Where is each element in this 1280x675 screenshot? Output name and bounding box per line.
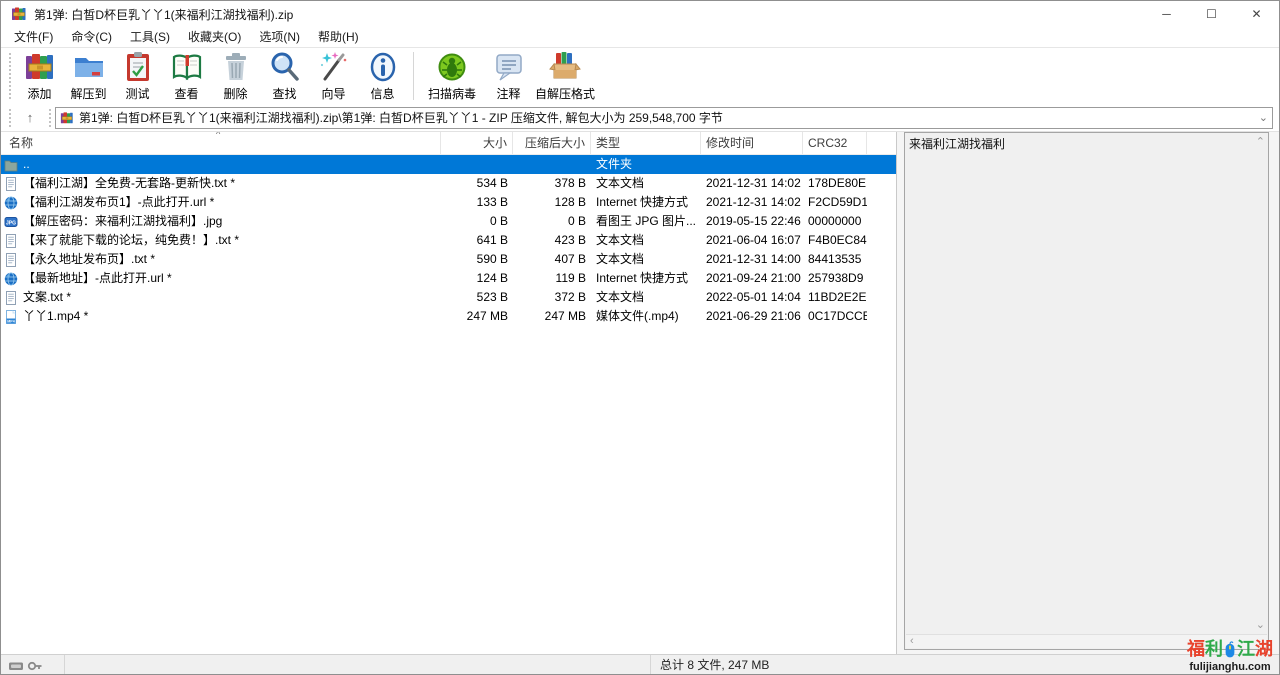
logo-char: 福: [1187, 637, 1205, 661]
jpg-image-icon: [4, 215, 18, 229]
column-header-crc[interactable]: CRC32: [803, 132, 867, 154]
menu-file[interactable]: 文件(F): [5, 27, 62, 48]
file-row[interactable]: 文案.txt * 523 B 372 B 文本文档 2022-05-01 14:…: [1, 288, 896, 307]
column-header-size[interactable]: 大小: [441, 132, 513, 154]
logo-char: 利: [1205, 637, 1223, 661]
toolbar-drag-handle[interactable]: [9, 53, 11, 99]
site-logo: 福 利 江 湖 fulijianghu.com: [1187, 636, 1273, 673]
column-header-filler: [867, 132, 897, 154]
menu-favorites[interactable]: 收藏夹(O): [179, 27, 250, 48]
archive-comment-panel: 来福利江湖找福利 ⌃ ⌄ ‹: [904, 132, 1269, 650]
file-row-parent-dir[interactable]: .. 文件夹: [1, 155, 896, 174]
virus-scan-icon: [436, 51, 468, 83]
status-bar: 总计 8 文件, 247 MB: [1, 654, 1279, 675]
archive-path-text: 第1弹: 白皙D杯巨乳丫丫1(来福利江湖找福利).zip\第1弹: 白皙D杯巨乳…: [79, 109, 1255, 126]
archive-path-combobox[interactable]: 第1弹: 白皙D杯巨乳丫丫1(来福利江湖找福利).zip\第1弹: 白皙D杯巨乳…: [55, 107, 1273, 129]
logo-domain-text: fulijianghu.com: [1187, 662, 1273, 673]
find-button[interactable]: 查找: [260, 48, 309, 102]
maximize-button[interactable]: ☐: [1189, 1, 1234, 27]
combobox-dropdown-icon[interactable]: ⌄: [1255, 111, 1268, 124]
panel-splitter[interactable]: [897, 132, 904, 654]
file-row[interactable]: 【最新地址】-点此打开.url * 124 B 119 B Internet 快…: [1, 269, 896, 288]
statusbar-middle-section: [65, 655, 651, 675]
winrar-archive-icon: [11, 6, 27, 22]
logo-char: 湖: [1255, 637, 1273, 661]
text-file-icon: [4, 253, 18, 267]
sfx-button[interactable]: 自解压格式: [533, 48, 597, 102]
toolbar: 添加 解压到 测试 查看 删除 查找 向导 信息: [1, 48, 1279, 104]
right-margin: [1269, 132, 1279, 654]
file-row[interactable]: 【福利江湖发布页1】-点此打开.url * 133 B 128 B Intern…: [1, 193, 896, 212]
mp4-video-icon: [4, 310, 18, 324]
main-area: 名称 大小 压缩后大小 类型 修改时间 CRC32 ^ .. 文件夹 【福利江湖…: [1, 132, 1279, 654]
menu-options[interactable]: 选项(N): [250, 27, 309, 48]
scroll-down-icon[interactable]: ⌄: [1256, 618, 1265, 631]
add-button[interactable]: 添加: [15, 48, 64, 102]
file-list-panel: 名称 大小 压缩后大小 类型 修改时间 CRC32 ^ .. 文件夹 【福利江湖…: [1, 132, 897, 654]
mouse-icon: [1224, 637, 1236, 662]
drive-icon: [8, 658, 24, 674]
column-header-name[interactable]: 名称: [1, 132, 441, 154]
virus-scan-button[interactable]: 扫描病毒: [420, 48, 484, 102]
scroll-left-icon[interactable]: ‹: [910, 635, 914, 648]
comment-bubble-icon: [493, 51, 525, 83]
toolbar-separator: [413, 52, 414, 100]
window-title: 第1弹: 白皙D杯巨乳丫丫1(来福利江湖找福利).zip: [34, 6, 1144, 23]
column-header-packed[interactable]: 压缩后大小: [513, 132, 591, 154]
minimize-button[interactable]: ─: [1144, 1, 1189, 27]
column-header-type[interactable]: 类型: [591, 132, 701, 154]
file-row[interactable]: 【永久地址发布页】.txt * 590 B 407 B 文本文档 2021-12…: [1, 250, 896, 269]
column-header-row: 名称 大小 压缩后大小 类型 修改时间 CRC32 ^: [1, 132, 896, 155]
addressbar-drag-handle-2[interactable]: [49, 109, 51, 127]
test-button[interactable]: 测试: [113, 48, 162, 102]
url-globe-icon: [4, 272, 18, 286]
comment-button[interactable]: 注释: [484, 48, 533, 102]
file-row[interactable]: 【福利江湖】全免费-无套路-更新快.txt * 534 B 378 B 文本文档…: [1, 174, 896, 193]
delete-button[interactable]: 删除: [211, 48, 260, 102]
delete-trash-icon: [220, 51, 252, 83]
archive-comment-text: 来福利江湖找福利: [905, 133, 1268, 154]
wizard-wand-icon: [318, 51, 350, 83]
file-row[interactable]: 丫丫1.mp4 * 247 MB 247 MB 媒体文件(.mp4) 2021-…: [1, 307, 896, 326]
statusbar-total-text: 总计 8 文件, 247 MB: [651, 655, 1279, 675]
info-button[interactable]: 信息: [358, 48, 407, 102]
extract-folder-icon: [73, 51, 105, 83]
sfx-box-icon: [549, 51, 581, 83]
test-clipboard-icon: [122, 51, 154, 83]
extract-to-button[interactable]: 解压到: [64, 48, 113, 102]
up-one-level-button[interactable]: ↑: [15, 107, 45, 129]
view-book-icon: [171, 51, 203, 83]
winrar-archive-icon-small: [60, 111, 74, 125]
menu-help[interactable]: 帮助(H): [309, 27, 368, 48]
info-icon: [367, 51, 399, 83]
logo-char: 江: [1237, 637, 1255, 661]
column-header-mtime[interactable]: 修改时间: [701, 132, 803, 154]
statusbar-icons: [1, 655, 65, 675]
addressbar-drag-handle[interactable]: [9, 109, 11, 127]
close-button[interactable]: ✕: [1234, 1, 1279, 27]
menu-bar: 文件(F) 命令(C) 工具(S) 收藏夹(O) 选项(N) 帮助(H): [1, 27, 1279, 48]
scroll-up-icon[interactable]: ⌃: [1256, 135, 1265, 148]
title-bar: 第1弹: 白皙D杯巨乳丫丫1(来福利江湖找福利).zip ─ ☐ ✕: [1, 1, 1279, 27]
find-magnifier-icon: [269, 51, 301, 83]
wizard-button[interactable]: 向导: [309, 48, 358, 102]
winrar-window: 第1弹: 白皙D杯巨乳丫丫1(来福利江湖找福利).zip ─ ☐ ✕ 文件(F)…: [0, 0, 1280, 675]
folder-up-icon: [4, 158, 18, 172]
url-globe-icon: [4, 196, 18, 210]
text-file-icon: [4, 291, 18, 305]
menu-commands[interactable]: 命令(C): [62, 27, 121, 48]
key-icon: [27, 658, 43, 674]
address-bar: ↑ 第1弹: 白皙D杯巨乳丫丫1(来福利江湖找福利).zip\第1弹: 白皙D杯…: [1, 104, 1279, 132]
sort-ascending-icon: ^: [216, 132, 220, 139]
view-button[interactable]: 查看: [162, 48, 211, 102]
menu-tools[interactable]: 工具(S): [121, 27, 179, 48]
file-row[interactable]: 【解压密码：来福利江湖找福利】.jpg 0 B 0 B 看图王 JPG 图片..…: [1, 212, 896, 231]
file-row[interactable]: 【来了就能下载的论坛，纯免费！】.txt * 641 B 423 B 文本文档 …: [1, 231, 896, 250]
text-file-icon: [4, 177, 18, 191]
archive-books-icon: [24, 51, 56, 83]
text-file-icon: [4, 234, 18, 248]
